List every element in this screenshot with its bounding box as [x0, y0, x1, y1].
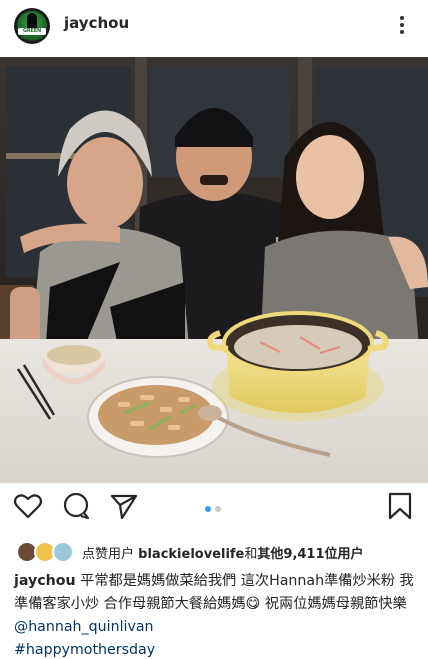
top-liker-name[interactable]: blackielovelife: [138, 547, 244, 562]
liker-avatar: [52, 541, 74, 563]
likes-prefix: 点赞用户: [82, 546, 135, 562]
comment-icon[interactable]: [60, 490, 92, 522]
likes-text: 点赞用户 blackielovelife和其他9,411位用户: [82, 543, 364, 562]
carousel-dot: [215, 506, 221, 512]
likes-row[interactable]: 点赞用户 blackielovelife和其他9,411位用户: [16, 540, 364, 564]
post-caption: jaychou 平常都是媽媽做菜給我們 這次Hannah準備炒米粉 我準備客家小…: [14, 570, 418, 659]
caption-emoji: 😋: [245, 596, 261, 612]
liker-avatars: [16, 541, 78, 563]
caption-username[interactable]: jaychou: [14, 573, 76, 589]
post-photo[interactable]: [0, 57, 428, 483]
caption-text-2: 祝兩位媽媽母親節快樂: [264, 596, 407, 612]
carousel-indicator: [205, 506, 221, 512]
profile-avatar[interactable]: GREEN HORNET: [14, 8, 50, 44]
other-likes-count[interactable]: 其他9,411位用户: [257, 547, 363, 562]
carousel-dot-active: [205, 506, 211, 512]
more-vertical-icon[interactable]: [396, 14, 408, 36]
post-username[interactable]: jaychou: [64, 14, 129, 32]
send-icon[interactable]: [108, 490, 140, 522]
family-dinner-photo: [0, 57, 428, 483]
caption-hashtag[interactable]: #happymothersday: [14, 642, 155, 658]
avatar-badge: GREEN HORNET: [18, 28, 46, 41]
likes-connector: 和: [244, 546, 258, 562]
post-header: GREEN HORNET jaychou: [0, 0, 428, 52]
avatar-hero-figure: [27, 13, 37, 29]
heart-icon[interactable]: [12, 490, 44, 522]
bookmark-icon[interactable]: [384, 490, 416, 522]
caption-mention[interactable]: @hannah_quinlivan: [14, 619, 154, 635]
